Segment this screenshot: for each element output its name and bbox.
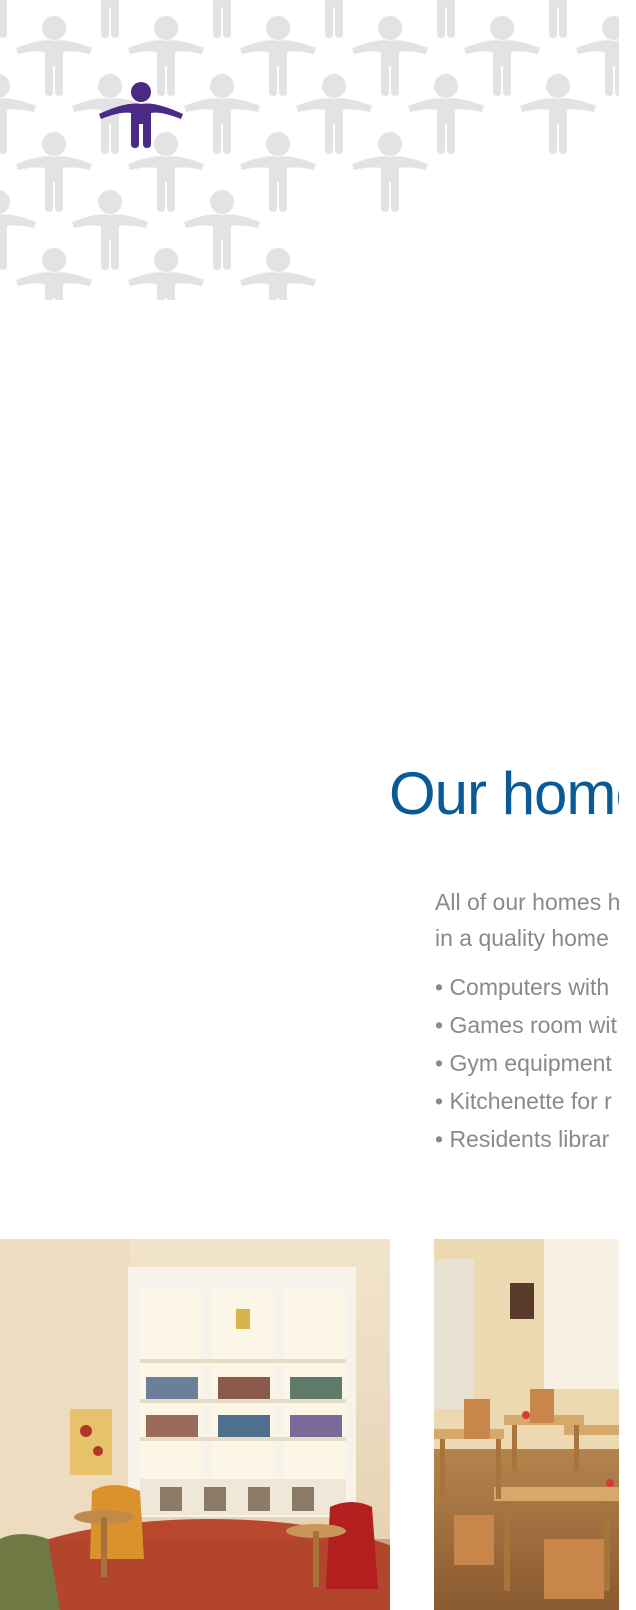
pattern-person-icon bbox=[296, 0, 372, 38]
feature-item: • Residents librar bbox=[435, 1126, 610, 1152]
pattern-person-icon bbox=[184, 0, 260, 38]
pattern-person-icon bbox=[240, 248, 316, 300]
logo[interactable] bbox=[96, 76, 186, 148]
section-heading: Our home bbox=[389, 760, 619, 827]
pattern-person-icon bbox=[576, 16, 619, 96]
dining-room-photo bbox=[434, 1239, 619, 1610]
pattern-person-icon bbox=[72, 190, 148, 270]
pattern-person-icon bbox=[520, 74, 596, 154]
feature-item: • Kitchenette for r bbox=[435, 1088, 612, 1114]
people-pattern bbox=[0, 0, 619, 300]
pattern-person-icon bbox=[240, 132, 316, 212]
scrollbar-gutter bbox=[619, 0, 636, 1610]
feature-item: • Games room wit bbox=[435, 1012, 617, 1038]
people-pattern-banner bbox=[0, 0, 619, 300]
intro-line: All of our homes h bbox=[435, 889, 619, 915]
pattern-person-icon bbox=[240, 16, 316, 96]
feature-list: • Computers with • Games room wit • Gym … bbox=[435, 968, 617, 1158]
page: Our home All of our homes h in a quality… bbox=[0, 0, 619, 1610]
pattern-person-icon bbox=[16, 132, 92, 212]
pattern-person-icon bbox=[408, 0, 484, 38]
pattern-person-icon bbox=[0, 190, 36, 270]
feature-item: • Computers with bbox=[435, 974, 610, 1000]
feature-item: • Gym equipment bbox=[435, 1050, 612, 1076]
pattern-person-icon bbox=[352, 132, 428, 212]
pattern-person-icon bbox=[16, 16, 92, 96]
lounge-photo bbox=[0, 1239, 390, 1610]
pattern-person-icon bbox=[184, 74, 260, 154]
pattern-person-icon bbox=[72, 0, 148, 38]
pattern-person-icon bbox=[352, 16, 428, 96]
pattern-person-icon bbox=[408, 74, 484, 154]
pattern-person-icon bbox=[128, 248, 204, 300]
pattern-person-icon bbox=[16, 248, 92, 300]
pattern-person-icon bbox=[184, 190, 260, 270]
person-figure-icon bbox=[99, 82, 183, 148]
pattern-person-icon bbox=[464, 16, 540, 96]
intro-line: in a quality home bbox=[435, 925, 609, 951]
pattern-person-icon bbox=[296, 74, 372, 154]
pattern-person-icon bbox=[0, 74, 36, 154]
pattern-person-icon bbox=[0, 0, 36, 38]
intro-text: All of our homes h in a quality home bbox=[435, 884, 619, 956]
pattern-person-icon bbox=[520, 0, 596, 38]
